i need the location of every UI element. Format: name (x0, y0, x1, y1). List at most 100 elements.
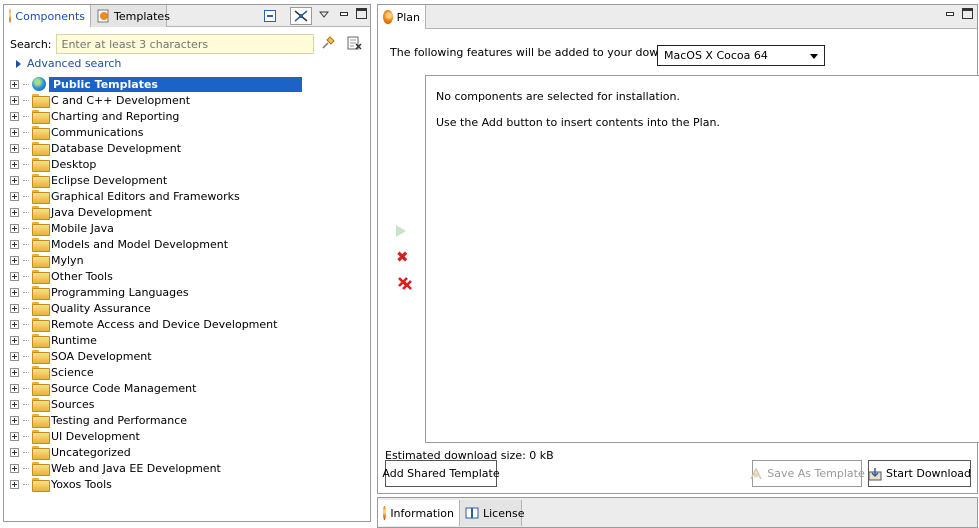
tree-item-label: Source Code Management (51, 381, 197, 395)
expand-plus-icon[interactable] (10, 415, 19, 425)
clear-search-icon[interactable] (346, 35, 362, 51)
pin-icon[interactable] (320, 35, 336, 51)
tree-item[interactable]: Mobile Java (10, 220, 302, 236)
folder-icon (32, 382, 50, 396)
tree-item[interactable]: Models and Model Development (10, 236, 302, 252)
tab-information-label: Information (390, 506, 454, 520)
remove-all-icon[interactable] (396, 275, 414, 290)
expand-plus-icon[interactable] (10, 223, 19, 233)
expand-plus-icon[interactable] (10, 239, 19, 249)
tree-item[interactable]: Source Code Management (10, 380, 302, 396)
expand-plus-icon[interactable] (10, 431, 19, 441)
tree-item-label: Uncategorized (51, 445, 131, 459)
link-filter-icon[interactable] (290, 7, 312, 25)
expand-plus-icon[interactable] (10, 111, 19, 121)
tree-connector (23, 131, 29, 133)
expand-plus-icon[interactable] (10, 447, 19, 457)
expand-plus-icon[interactable] (10, 95, 19, 105)
tree-item[interactable]: Other Tools (10, 268, 302, 284)
tree-item[interactable]: Programming Languages (10, 284, 302, 300)
tree-item[interactable]: Quality Assurance (10, 300, 302, 316)
tab-information[interactable]: Information (378, 500, 460, 526)
tree-item[interactable]: Web and Java EE Development (10, 460, 302, 476)
advanced-search-link[interactable]: Advanced search (16, 57, 121, 70)
folder-icon (32, 158, 50, 172)
expand-plus-icon[interactable] (10, 335, 19, 345)
tree-item[interactable]: Database Development (10, 140, 302, 156)
plan-minimize-icon[interactable] (944, 8, 956, 20)
tree-item[interactable]: Remote Access and Device Development (10, 316, 302, 332)
tree-item[interactable]: Runtime (10, 332, 302, 348)
tree-item[interactable]: UI Development (10, 428, 302, 444)
tree-item-label: UI Development (51, 429, 140, 443)
tree-item[interactable]: Java Development (10, 204, 302, 220)
tree-item[interactable]: Science (10, 364, 302, 380)
remove-icon[interactable]: ✖ (396, 250, 410, 265)
tree-item-label: Sources (51, 397, 95, 411)
folder-icon (32, 222, 50, 236)
tab-plan[interactable]: Plan (378, 5, 426, 29)
folder-icon (32, 286, 50, 300)
tab-templates-label: Templates (114, 9, 170, 23)
save-as-template-button[interactable]: Save As Template (750, 460, 865, 487)
start-download-button[interactable]: Start Download (868, 460, 971, 487)
add-shared-template-button[interactable]: Add Shared Template (382, 460, 500, 487)
tree-item[interactable]: Sources (10, 396, 302, 412)
add-play-icon[interactable] (396, 225, 410, 239)
expand-plus-icon[interactable] (10, 143, 19, 153)
tree-item-label: Communications (51, 125, 144, 139)
tab-templates[interactable]: Templates (91, 5, 170, 27)
tree-item[interactable]: Uncategorized (10, 444, 302, 460)
tree-connector (23, 163, 29, 165)
expand-plus-icon[interactable] (10, 351, 19, 361)
expand-plus-icon[interactable] (10, 479, 19, 489)
plan-hint-message: Use the Add button to insert contents in… (436, 116, 720, 129)
expand-plus-icon[interactable] (10, 175, 19, 185)
tree-item[interactable]: Charting and Reporting (10, 108, 302, 124)
folder-icon (32, 238, 50, 252)
folder-icon (32, 398, 50, 412)
tree-item[interactable]: Yoxos Tools (10, 476, 302, 492)
expand-plus-icon[interactable] (10, 255, 19, 265)
platform-select[interactable]: MacOS X Cocoa 64 (657, 45, 825, 66)
maximize-icon[interactable] (356, 8, 367, 19)
expand-plus-icon[interactable] (10, 463, 19, 473)
tree-item[interactable]: Eclipse Development (10, 172, 302, 188)
tree-item[interactable]: Communications (10, 124, 302, 140)
tree-item[interactable]: SOA Development (10, 348, 302, 364)
tree-item-label: Models and Model Development (51, 237, 229, 251)
expand-plus-icon[interactable] (10, 367, 19, 377)
expand-plus-icon[interactable] (10, 159, 19, 169)
tab-license[interactable]: License (460, 500, 524, 526)
tree-item[interactable]: C and C++ Development (10, 92, 302, 108)
add-shared-template-label: Add Shared Template (382, 467, 500, 480)
tab-components[interactable]: Components (4, 5, 91, 27)
tree-connector (23, 275, 29, 277)
expand-plus-icon[interactable] (10, 383, 19, 393)
tree-item[interactable]: Public Templates (10, 76, 302, 92)
expand-plus-icon[interactable] (10, 207, 19, 217)
tree-item[interactable]: Desktop (10, 156, 302, 172)
tree-connector (23, 451, 29, 453)
plan-maximize-icon[interactable] (962, 8, 973, 19)
minimize-icon[interactable] (338, 8, 350, 20)
tree-item-label: Database Development (51, 141, 182, 155)
view-menu-chevron-down-icon[interactable] (318, 10, 330, 20)
folder-icon (32, 190, 50, 204)
collapse-all-icon[interactable] (263, 9, 277, 23)
search-input[interactable] (55, 34, 314, 54)
tree-item[interactable]: Testing and Performance (10, 412, 302, 428)
tree-item[interactable]: Mylyn (10, 252, 302, 268)
folder-icon (32, 350, 50, 364)
expand-plus-icon[interactable] (10, 303, 19, 313)
expand-plus-icon[interactable] (10, 127, 19, 137)
expand-plus-icon[interactable] (10, 399, 19, 409)
tree-connector (23, 179, 29, 181)
expand-plus-icon[interactable] (10, 191, 19, 201)
tree-item-label: Charting and Reporting (51, 109, 180, 123)
expand-plus-icon[interactable] (10, 287, 19, 297)
expand-plus-icon[interactable] (10, 79, 19, 89)
expand-plus-icon[interactable] (10, 271, 19, 281)
tree-item[interactable]: Graphical Editors and Frameworks (10, 188, 302, 204)
expand-plus-icon[interactable] (10, 319, 19, 329)
